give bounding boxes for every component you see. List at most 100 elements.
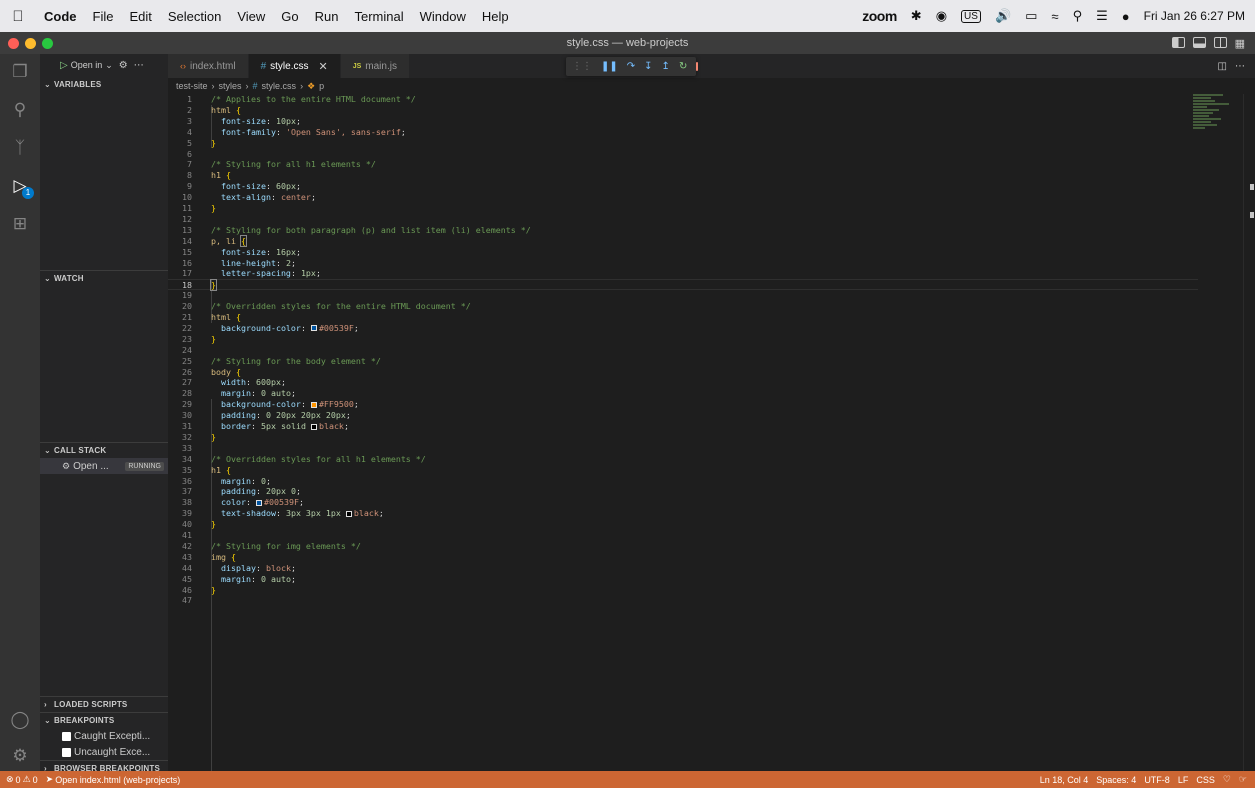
menu-clock[interactable]: Fri Jan 26 6:27 PM — [1144, 9, 1245, 23]
tab-index-html[interactable]: ‹› index.html — [168, 54, 249, 78]
line-number[interactable]: 19 — [168, 290, 192, 301]
line-number[interactable]: 36 — [168, 476, 192, 487]
menu-file[interactable]: File — [85, 9, 122, 24]
line-number[interactable]: 37 — [168, 486, 192, 497]
siri-icon[interactable]: ● — [1122, 9, 1130, 24]
line-number[interactable]: 30 — [168, 410, 192, 421]
line-number[interactable]: 45 — [168, 574, 192, 585]
line-number[interactable]: 6 — [168, 149, 192, 160]
step-out-icon[interactable]: ↥ — [662, 61, 670, 72]
checkbox[interactable] — [62, 747, 71, 757]
line-number[interactable]: 24 — [168, 345, 192, 356]
volume-icon[interactable]: 🔊 — [995, 8, 1011, 24]
menu-window[interactable]: Window — [412, 9, 474, 24]
code-line[interactable]: 25 /* Styling for the body element */ — [168, 356, 1198, 367]
line-number[interactable]: 4 — [168, 127, 192, 138]
loaded-scripts-section-header[interactable]: › LOADED SCRIPTS — [40, 696, 168, 712]
code-line[interactable]: 36 margin: 0; — [168, 476, 1198, 487]
code-line[interactable]: 23} — [168, 334, 1198, 345]
language-mode[interactable]: CSS — [1196, 775, 1215, 785]
spotlight-search-icon[interactable]: ⚲ — [1073, 8, 1083, 24]
drag-handle-icon[interactable]: ⋮⋮ — [572, 61, 592, 72]
code-line[interactable]: 32} — [168, 432, 1198, 443]
code-line[interactable]: 15 font-size: 16px; — [168, 247, 1198, 258]
apple-icon[interactable]:  — [0, 8, 36, 25]
code-line[interactable]: 3 font-size: 10px; — [168, 116, 1198, 127]
code-line[interactable]: 5} — [168, 138, 1198, 149]
code-line[interactable]: 26 body { — [168, 367, 1198, 378]
code-line[interactable]: 20 /* Overridden styles for the entire HT… — [168, 301, 1198, 312]
airdrop-icon[interactable]: ◉ — [936, 8, 947, 24]
line-number[interactable]: 21 — [168, 312, 192, 323]
line-number[interactable]: 25 — [168, 356, 192, 367]
line-number[interactable]: 39 — [168, 508, 192, 519]
debug-settings-gear-icon[interactable]: ⚙ — [119, 60, 128, 71]
line-number[interactable]: 33 — [168, 443, 192, 454]
color-swatch[interactable] — [255, 499, 262, 506]
code-line[interactable]: 42 /* Styling for img elements */ — [168, 541, 1198, 552]
variables-section-header[interactable]: ⌄ VARIABLES — [40, 76, 168, 92]
menu-help[interactable]: Help — [474, 9, 517, 24]
code-line[interactable]: 37 padding: 20px 0; — [168, 486, 1198, 497]
line-number[interactable]: 14 — [168, 236, 192, 247]
call-stack-session[interactable]: ⚙ Open ... RUNNING — [40, 458, 168, 474]
line-number[interactable]: 32 — [168, 432, 192, 443]
code-line[interactable]: 38 color: #00539F; — [168, 497, 1198, 508]
menu-go[interactable]: Go — [273, 9, 306, 24]
line-number[interactable]: 41 — [168, 530, 192, 541]
code-line[interactable]: 33 — [168, 443, 1198, 454]
code-line[interactable]: 12 — [168, 214, 1198, 225]
extensions-icon[interactable]: ⊞ — [0, 206, 40, 242]
feedback-icon[interactable]: ♡ — [1223, 774, 1231, 785]
control-center-icon[interactable]: ☰ — [1096, 8, 1108, 24]
code-line[interactable]: 35 h1 { — [168, 465, 1198, 476]
call-stack-section-header[interactable]: ⌄ CALL STACK — [40, 442, 168, 458]
run-debug-icon[interactable]: ▷ 1 — [0, 168, 40, 204]
more-actions-icon[interactable]: ⋯ — [1235, 61, 1245, 72]
code-line[interactable]: 8 h1 { — [168, 170, 1198, 181]
color-swatch[interactable] — [310, 423, 317, 430]
line-number[interactable]: 23 — [168, 334, 192, 345]
zoom-window-button[interactable] — [42, 37, 53, 49]
line-number[interactable]: 20 — [168, 301, 192, 312]
line-number[interactable]: 15 — [168, 247, 192, 258]
breakpoints-section-header[interactable]: ⌄ BREAKPOINTS — [40, 712, 168, 728]
bluetooth-icon[interactable]: ✱ — [911, 8, 922, 24]
breadcrumb-folder[interactable]: styles — [219, 81, 242, 91]
code-line[interactable]: 1 /* Applies to the entire HTML document … — [168, 94, 1198, 105]
tab-style-css[interactable]: # style.css ✕ — [248, 54, 341, 78]
code-line[interactable]: 22 background-color: #00539F; — [168, 323, 1198, 334]
code-line[interactable]: 40} — [168, 519, 1198, 530]
code-line[interactable]: 13 /* Styling for both paragraph (p) and … — [168, 225, 1198, 236]
watch-section-header[interactable]: ⌄ WATCH — [40, 270, 168, 286]
line-number[interactable]: 22 — [168, 323, 192, 334]
editor-scrollbar[interactable] — [1243, 94, 1255, 771]
search-icon[interactable]: ⚲ — [0, 92, 40, 128]
step-into-icon[interactable]: ↧ — [644, 61, 652, 72]
line-number[interactable]: 40 — [168, 519, 192, 530]
more-actions-icon[interactable]: ⋯ — [134, 60, 144, 71]
battery-icon[interactable]: ▭ — [1025, 8, 1037, 24]
line-number[interactable]: 38 — [168, 497, 192, 508]
code-editor[interactable]: 1 /* Applies to the entire HTML document … — [168, 94, 1243, 788]
code-line[interactable]: 47 — [168, 595, 1198, 606]
line-number[interactable]: 34 — [168, 454, 192, 465]
breadcrumb-symbol[interactable]: p — [319, 81, 324, 91]
breakpoint-caught-exceptions[interactable]: Caught Excepti... — [40, 728, 168, 744]
code-line[interactable]: 11} — [168, 203, 1198, 214]
manage-gear-icon[interactable]: ⚙ — [0, 738, 40, 774]
start-debugging-button[interactable]: ▷ Open in ⌄ — [60, 60, 113, 71]
line-number[interactable]: 12 — [168, 214, 192, 225]
toggle-panel-icon[interactable] — [1192, 36, 1206, 48]
breadcrumb-file[interactable]: style.css — [262, 81, 297, 91]
step-over-icon[interactable]: ↷ — [627, 61, 635, 72]
cursor-position[interactable]: Ln 18, Col 4 — [1040, 775, 1089, 785]
accounts-icon[interactable]: ◯ — [0, 702, 40, 738]
line-number[interactable]: 7 — [168, 159, 192, 170]
code-line[interactable]: 34 /* Overridden styles for all h1 elemen… — [168, 454, 1198, 465]
line-number[interactable]: 9 — [168, 181, 192, 192]
menu-selection[interactable]: Selection — [160, 9, 229, 24]
line-number[interactable]: 1 — [168, 94, 192, 105]
line-number[interactable]: 2 — [168, 105, 192, 116]
end-of-line-setting[interactable]: LF — [1178, 775, 1189, 785]
